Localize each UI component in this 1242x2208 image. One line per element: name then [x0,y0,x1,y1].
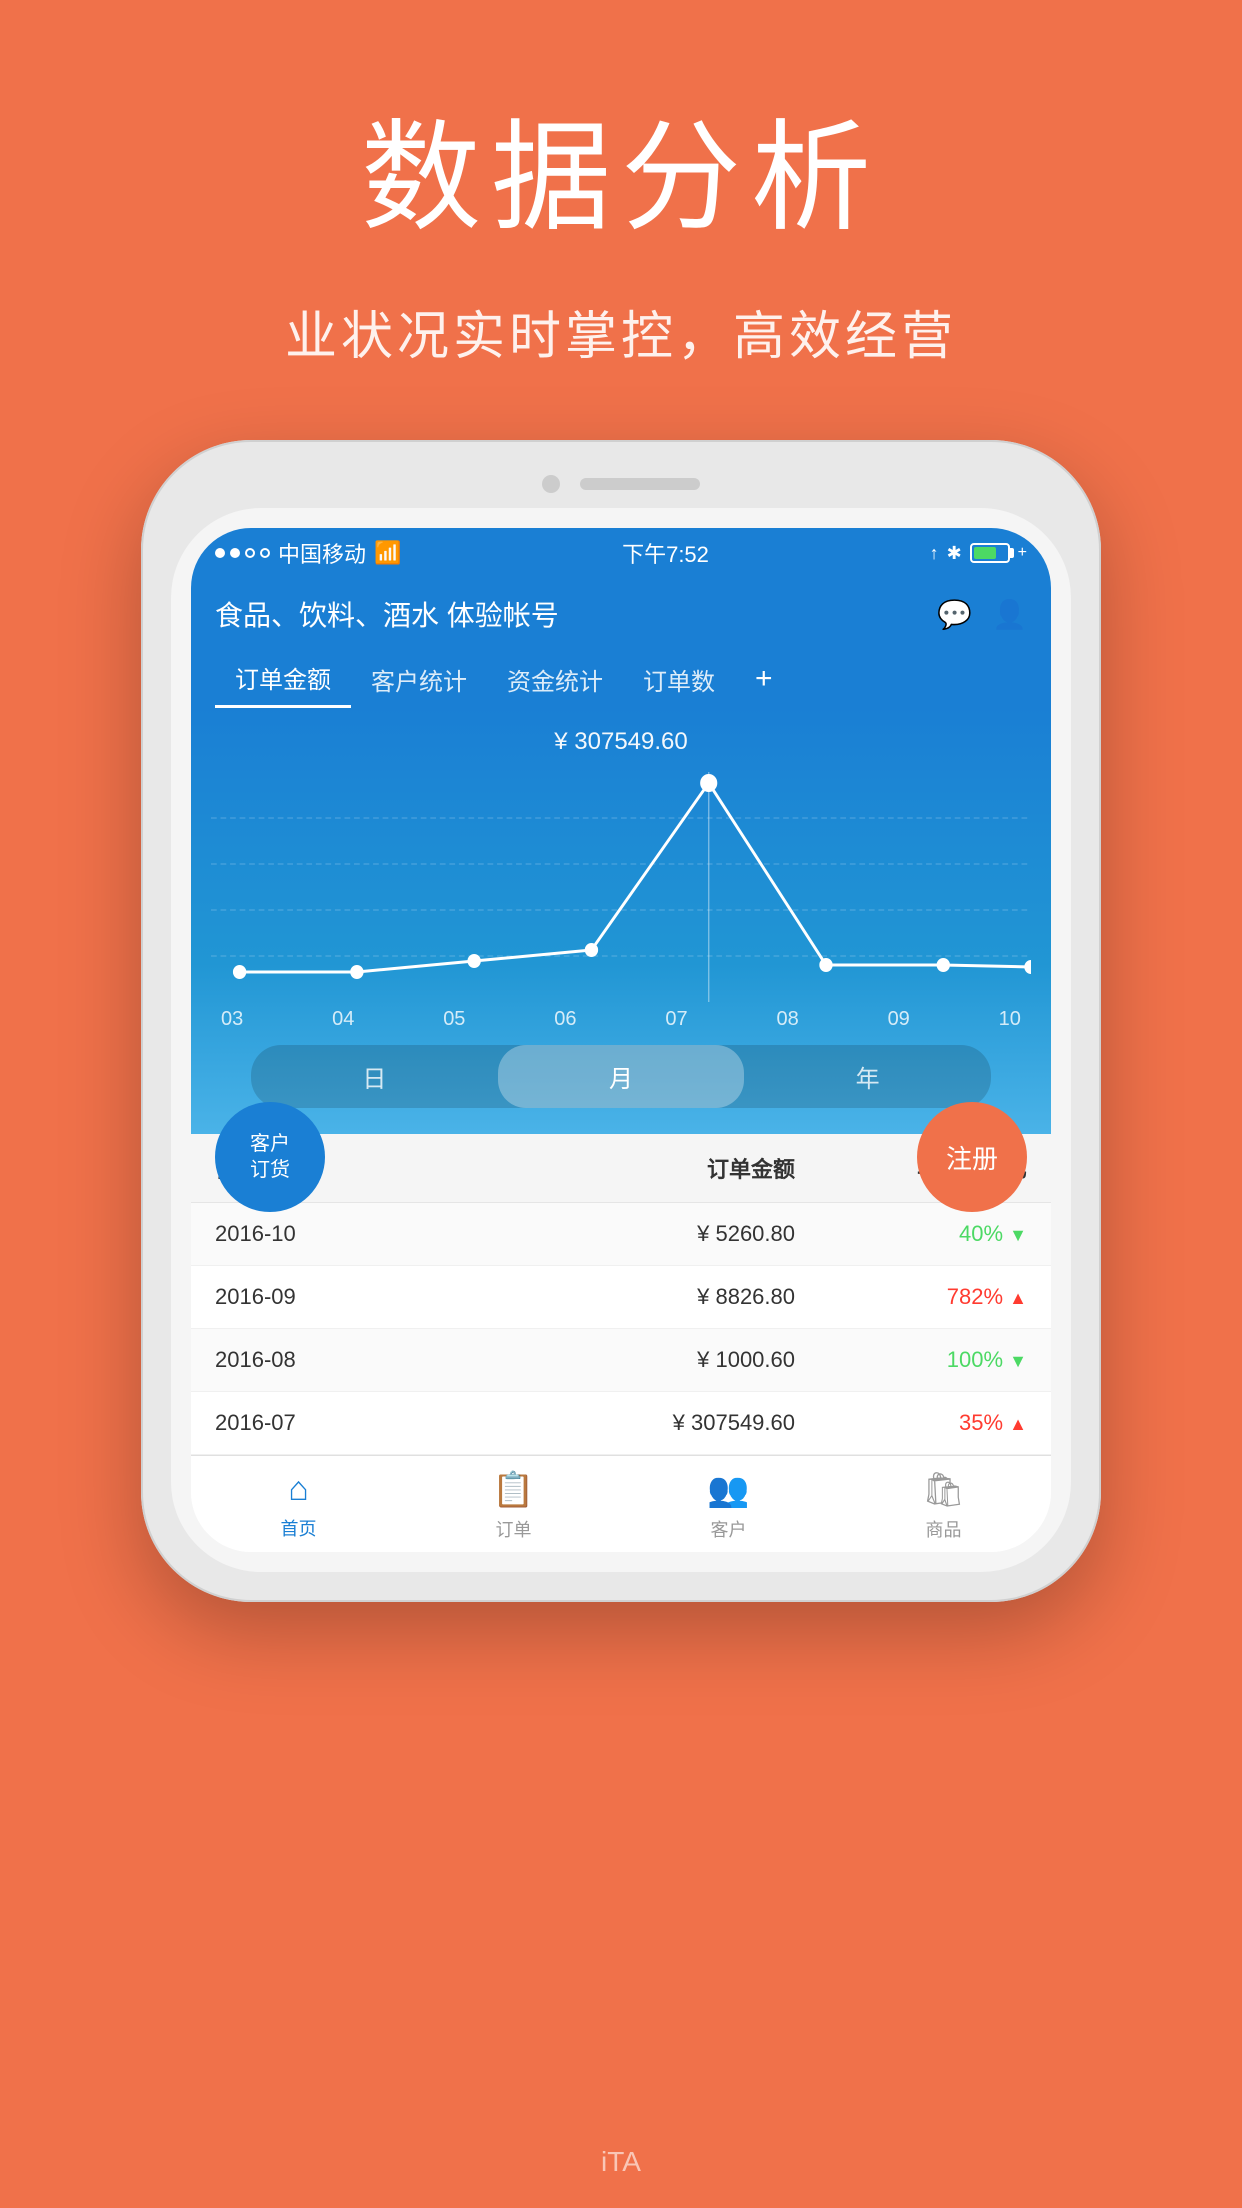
tab-order-count[interactable]: 订单数 [623,652,735,707]
arrow-down-icon [1009,1221,1027,1246]
chart-x-labels: 03 04 05 06 07 08 09 10 [211,1008,1031,1031]
x-label-04: 04 [332,1008,354,1031]
float-customer-button[interactable]: 客户订货 [215,1102,325,1212]
row2-amount: ¥ 8826.80 [447,1284,795,1310]
x-label-03: 03 [221,1008,243,1031]
phone-screen: 中国移动 📶 下午7:52 ↑ ✱ + [191,528,1051,1552]
status-right: ↑ ✱ + [930,543,1027,564]
row4-amount: ¥ 307549.60 [447,1410,795,1436]
row3-change: 100% [795,1347,1027,1373]
nav-item-products[interactable]: 🛍 商品 [836,1470,1051,1542]
time-btn-year[interactable]: 年 [744,1045,991,1108]
app-title-text: 食品、饮料、酒水 体验帐号 [215,594,559,634]
customer-btn-label: 客户订货 [250,1131,290,1183]
row1-date: 2016-10 [215,1221,447,1247]
carrier-name: 中国移动 [278,537,366,569]
battery-icon [970,543,1010,563]
table-row: 2016-10 ¥ 5260.80 40% [191,1203,1051,1266]
row1-amount: ¥ 5260.80 [447,1221,795,1247]
phone-top-elements [171,470,1071,493]
tab-order-amount[interactable]: 订单金额 [215,650,351,708]
arrow-down-icon [1009,1347,1027,1372]
time-selector: 日 月 年 [251,1045,991,1108]
x-label-07: 07 [665,1008,687,1031]
row4-date: 2016-07 [215,1410,447,1436]
signal-dot-3 [245,548,255,558]
camera-dot [542,475,560,493]
signal-dot-2 [230,548,240,558]
app-tabs: 订单金额 客户统计 资金统计 订单数 + [215,650,1027,708]
charging-icon: + [1018,544,1027,562]
nav-label-home: 首页 [281,1515,317,1541]
col-header-amount: 订单金额 [447,1152,795,1184]
signal-dot-4 [260,548,270,558]
x-label-05: 05 [443,1008,465,1031]
users-icon: 👥 [707,1470,749,1510]
tab-fund-stats[interactable]: 资金统计 [487,652,623,707]
tab-customer-stats[interactable]: 客户统计 [351,652,487,707]
arrow-up-icon [1009,1284,1027,1309]
row3-date: 2016-08 [215,1347,447,1373]
nav-item-orders[interactable]: 📋 订单 [406,1470,621,1542]
row1-change: 40% [795,1221,1027,1247]
status-time: 下午7:52 [622,537,709,569]
bottom-nav: ⌂ 首页 📋 订单 👥 客户 🛍 商品 [191,1455,1051,1552]
app-icons: 💬 👤 [937,598,1027,631]
battery-fill [974,547,996,559]
x-label-10: 10 [999,1008,1021,1031]
bottom-label: iTA [601,2146,641,2178]
data-table: 日期 订单金额 与上月环比 2016-10 ¥ 5260.80 40% 2016… [191,1134,1051,1455]
user-icon[interactable]: 👤 [992,598,1027,631]
phone-mockup: 中国移动 📶 下午7:52 ↑ ✱ + [141,440,1101,1602]
nav-label-products: 商品 [926,1516,962,1542]
nav-label-customers: 客户 [711,1516,747,1542]
arrow-up-icon [1009,1410,1027,1435]
chart-area: ¥ 307549.60 [191,708,1051,1134]
wifi-icon: 📶 [374,540,401,566]
phone-outer: 中国移动 📶 下午7:52 ↑ ✱ + [141,440,1101,1602]
chart-svg [211,772,1031,1002]
float-register-button[interactable]: 注册 [917,1102,1027,1212]
header-section: 数据分析 业状况实时掌控，高效经营 [0,80,1242,369]
row3-amount: ¥ 1000.60 [447,1347,795,1373]
nav-item-home[interactable]: ⌂ 首页 [191,1470,406,1542]
status-bar: 中国移动 📶 下午7:52 ↑ ✱ + [191,528,1051,578]
home-icon: ⌂ [288,1470,309,1509]
app-header: 食品、饮料、酒水 体验帐号 💬 👤 订单金额 客户统计 资金统计 订单数 + [191,578,1051,708]
bluetooth-icon: ✱ [947,543,962,564]
register-btn-label: 注册 [946,1139,998,1176]
row4-change: 35% [795,1410,1027,1436]
main-title: 数据分析 [0,80,1242,254]
x-label-08: 08 [776,1008,798,1031]
bag-icon: 🛍 [922,1470,965,1510]
time-btn-day[interactable]: 日 [251,1045,498,1108]
chart-value-label: ¥ 307549.60 [211,728,1031,756]
phone-inner: 中国移动 📶 下午7:52 ↑ ✱ + [171,508,1071,1572]
row2-date: 2016-09 [215,1284,447,1310]
sub-title: 业状况实时掌控，高效经营 [0,294,1242,369]
status-left: 中国移动 📶 [215,537,401,569]
row2-change: 782% [795,1284,1027,1310]
chart-container [211,772,1031,1002]
app-title-row: 食品、饮料、酒水 体验帐号 💬 👤 [215,594,1027,634]
table-row: 2016-07 ¥ 307549.60 35% [191,1392,1051,1455]
table-row: 2016-09 ¥ 8826.80 782% [191,1266,1051,1329]
table-row: 2016-08 ¥ 1000.60 100% [191,1329,1051,1392]
time-btn-month[interactable]: 月 [498,1045,745,1108]
comment-icon[interactable]: 💬 [937,598,972,631]
tab-add-button[interactable]: + [735,652,793,706]
nav-item-customers[interactable]: 👥 客户 [621,1470,836,1542]
x-label-09: 09 [888,1008,910,1031]
nav-label-orders: 订单 [496,1516,532,1542]
speaker-bar [580,478,700,490]
location-icon: ↑ [930,543,939,564]
signal-dot-1 [215,548,225,558]
signal-dots [215,548,270,558]
calendar-icon: 📋 [492,1470,534,1510]
x-label-06: 06 [554,1008,576,1031]
